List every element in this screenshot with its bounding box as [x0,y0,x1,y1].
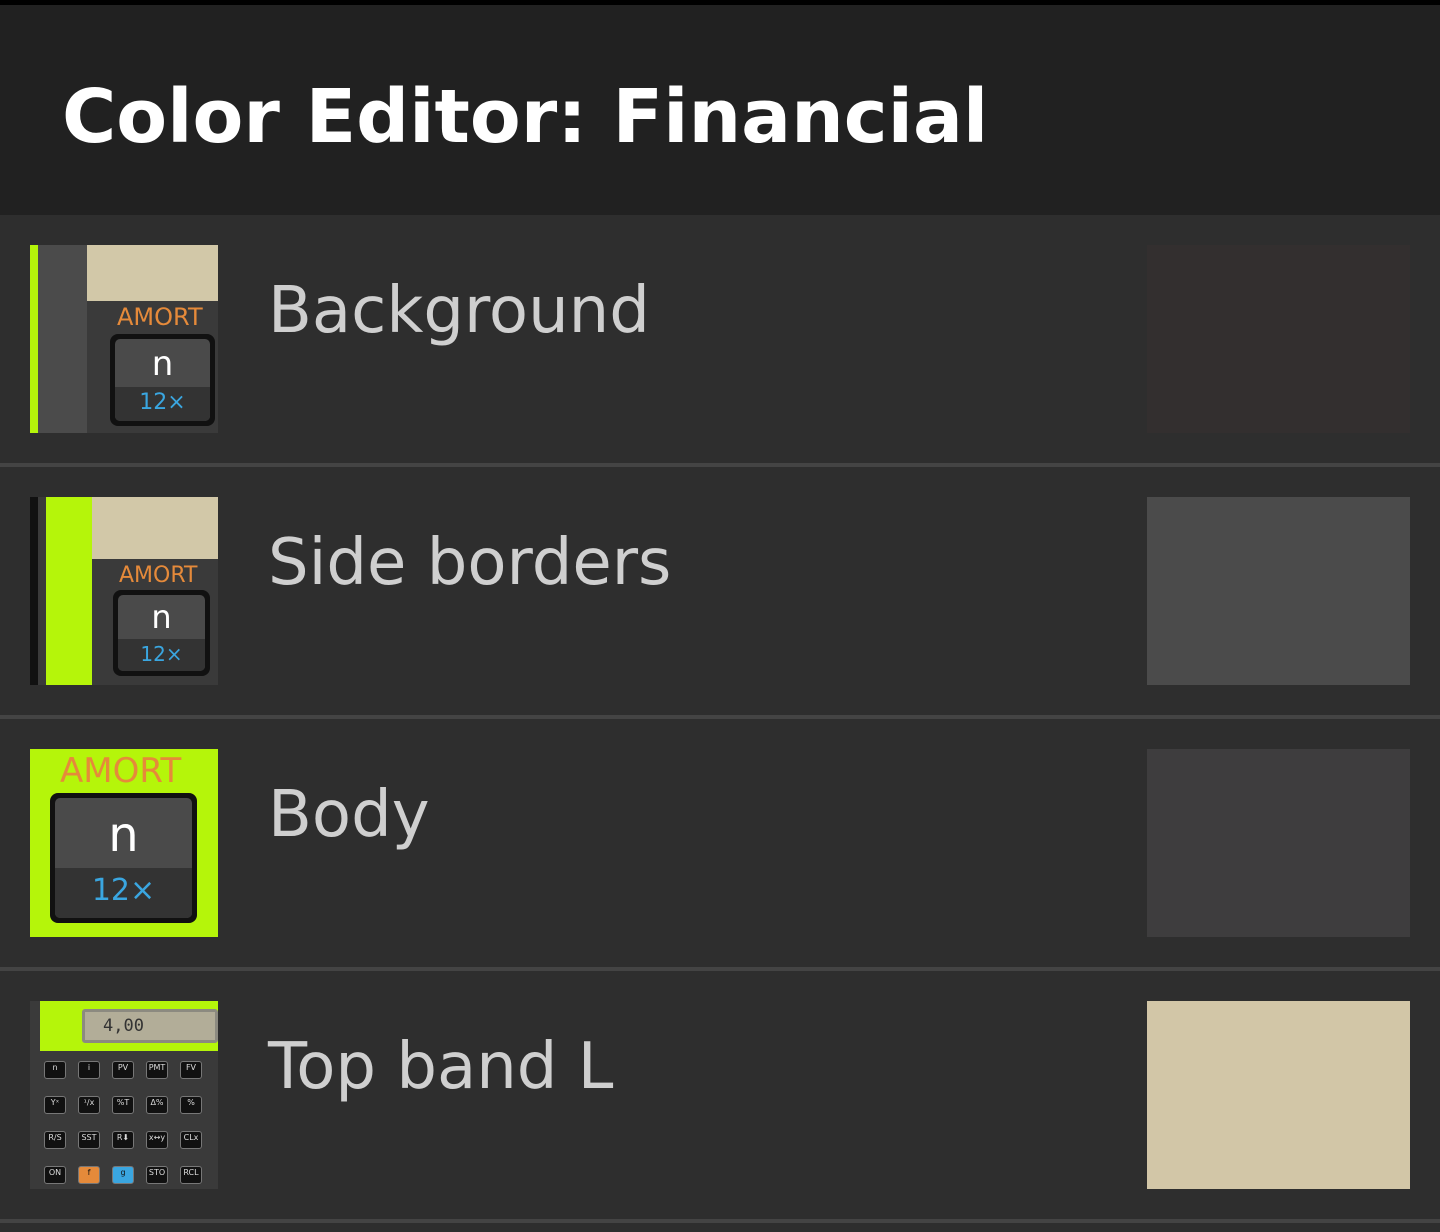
color-item-side-borders[interactable]: AMORT n 12× Side borders [0,467,1440,715]
calc-key: Yˣ [44,1096,66,1114]
calc-key: PV [112,1061,134,1079]
key-preview: n 12× [110,334,215,426]
color-item-top-band-l[interactable]: 4,00 n i PV PMT FV Yˣ ¹/x %T Δ%% R/S SST R⬇ x↔y CLx ON… [0,971,1440,1219]
calc-key: PMT [146,1061,168,1079]
amort-label: AMORT [117,303,203,331]
calc-key: CLx [180,1131,202,1149]
calculator-preview-thumbnail: 4,00 n i PV PMT FV Yˣ ¹/x %T Δ%% R/S SST R⬇ x↔y CLx ON… [30,1001,218,1189]
calc-key: SST [78,1131,100,1149]
body-preview-thumbnail: AMORT n 12× [30,749,218,937]
lcd-display: 4,00 [82,1009,218,1043]
calc-key: x↔y [146,1131,168,1149]
calc-key: Δ% [146,1096,168,1114]
amort-label: AMORT [119,563,198,588]
color-item-background[interactable]: AMORT n 12× Background [0,215,1440,463]
calc-key: ON [44,1166,66,1184]
color-swatch[interactable] [1147,749,1410,937]
color-item-label: Background [268,274,650,348]
amort-label: AMORT [60,751,182,791]
calc-key: RCL [180,1166,202,1184]
color-item-label: Side borders [268,526,672,600]
key-preview: n 12× [113,590,210,676]
side-borders-preview-thumbnail: AMORT n 12× [30,497,218,685]
key-preview: n 12× [50,793,197,923]
color-item-label: Body [268,778,430,852]
calculator-mini: 4,00 n i PV PMT FV Yˣ ¹/x %T Δ%% R/S SST R⬇ x↔y CLx ON… [30,1001,218,1189]
color-swatch[interactable] [1147,1001,1410,1189]
calc-key: i [78,1061,100,1079]
background-preview-thumbnail: AMORT n 12× [30,245,218,433]
calc-key: R⬇ [112,1131,134,1149]
calc-key: g [112,1166,134,1184]
divider [0,1219,1440,1223]
calc-key: n [44,1061,66,1079]
calc-key: %T [112,1096,134,1114]
app-header: Color Editor: Financial [0,5,1440,215]
color-item-body[interactable]: AMORT n 12× Body [0,719,1440,967]
calc-key: % [180,1096,202,1114]
page-title: Color Editor: Financial [62,74,989,160]
calc-key: f [78,1166,100,1184]
color-item-label: Top band L [268,1030,614,1104]
color-swatch[interactable] [1147,497,1410,685]
calc-key: FV [180,1061,202,1079]
calc-key: STO [146,1166,168,1184]
calc-key: R/S [44,1131,66,1149]
calc-key: ¹/x [78,1096,100,1114]
color-swatch[interactable] [1147,245,1410,433]
